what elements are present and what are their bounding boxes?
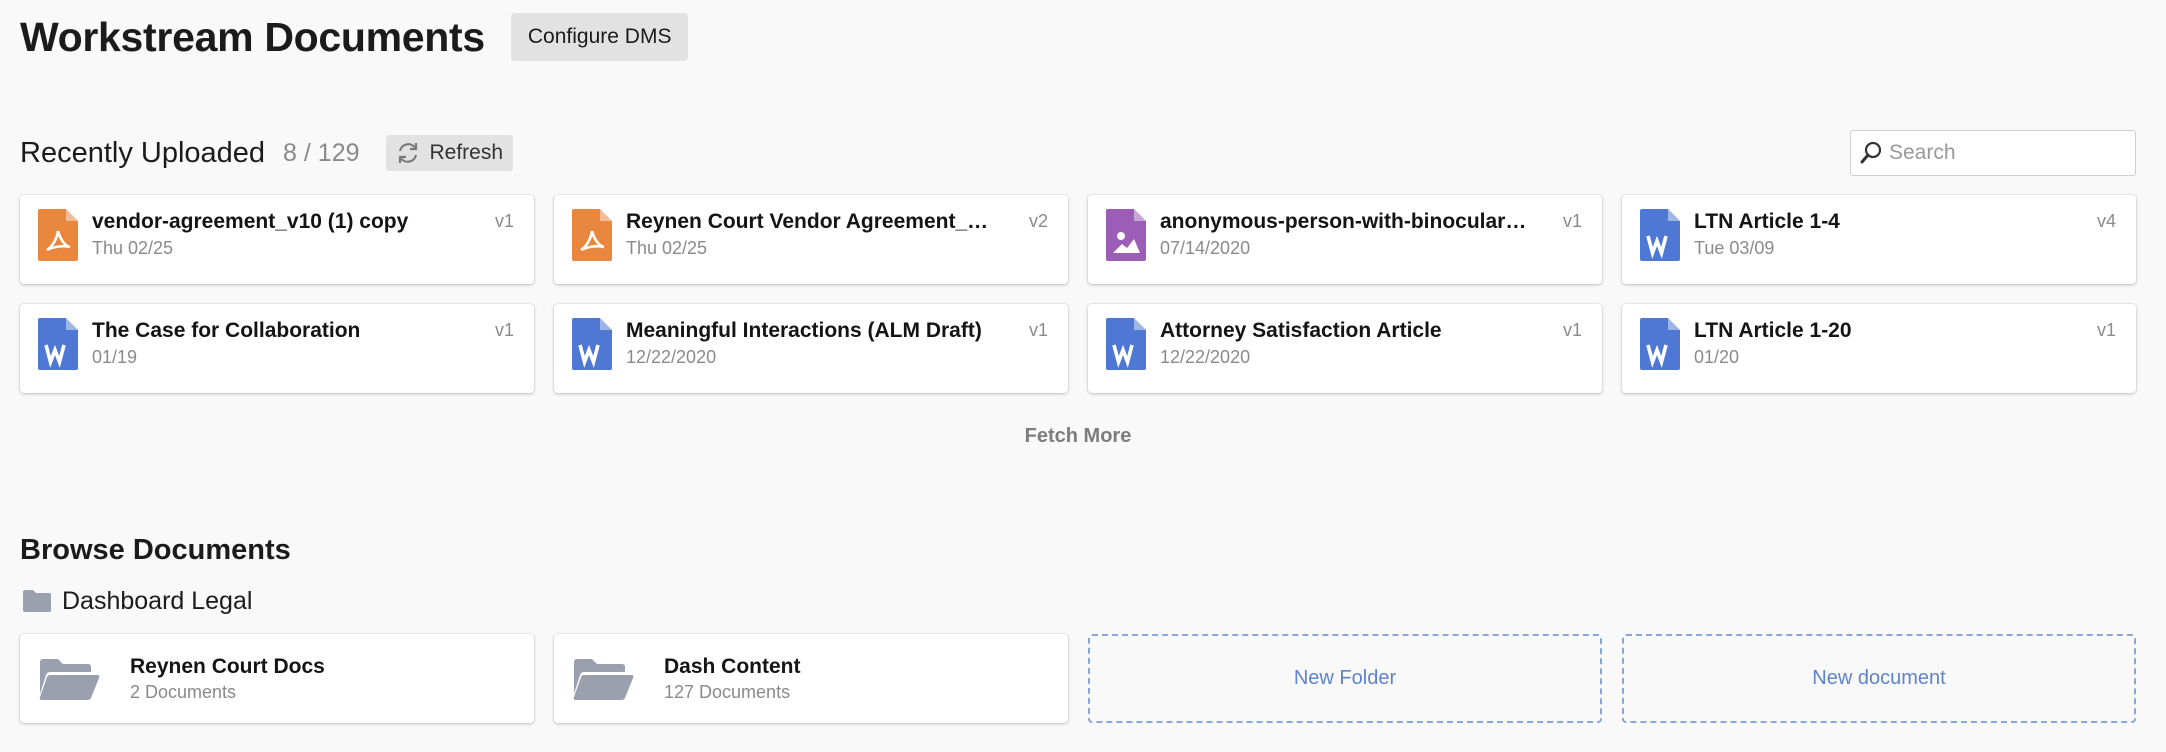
document-date: Thu 02/25 [626, 238, 708, 258]
browse-documents-title: Browse Documents [20, 534, 291, 566]
document-date: Thu 02/25 [92, 238, 174, 258]
document-card[interactable]: Attorney Satisfaction Article 12/22/2020 v… [1088, 304, 1602, 393]
refresh-button[interactable]: Refresh [385, 135, 514, 171]
document-version: v1 [494, 211, 514, 231]
document-name: Meaningful Interactions (ALM Draft) [626, 319, 982, 342]
document-name: LTN Article 1-4 [1694, 210, 1840, 233]
new-document-button[interactable]: New document [1622, 634, 2136, 723]
document-card[interactable]: LTN Article 1-4 Tue 03/09 v4 [1622, 195, 2136, 284]
document-date: 12/22/2020 [626, 347, 717, 367]
document-card[interactable]: LTN Article 1-20 01/20 v1 [1622, 304, 2136, 393]
breadcrumb-label: Dashboard Legal [62, 586, 253, 615]
document-version: v1 [1562, 320, 1582, 340]
document-card[interactable]: Meaningful Interactions (ALM Draft) 12/22… [554, 304, 1068, 393]
breadcrumb[interactable]: Dashboard Legal [22, 585, 252, 617]
search-icon [1860, 141, 1882, 164]
configure-dms-button[interactable]: Configure DMS [510, 13, 689, 61]
document-card[interactable]: Reynen Court Vendor Agreement_Master Ven… [554, 195, 1068, 284]
new-folder-button[interactable]: New Folder [1088, 634, 1602, 723]
folder-name: Reynen Court Docs [130, 654, 325, 678]
document-card[interactable]: vendor-agreement_v10 (1) copy Thu 02/25 v1 [20, 195, 534, 284]
search-box[interactable] [1850, 130, 2136, 176]
document-date: 07/14/2020 [1160, 238, 1251, 258]
image-file-icon [1106, 209, 1146, 261]
folder-card[interactable]: Dash Content 127 Documents [554, 634, 1068, 723]
document-version: v1 [1562, 211, 1582, 231]
document-version: v1 [494, 320, 514, 340]
refresh-label: Refresh [429, 141, 504, 164]
document-version: v1 [2096, 320, 2116, 340]
document-name: Reynen Court Vendor Agreement_Master Ven… [626, 210, 1002, 233]
word-file-icon [1640, 209, 1680, 261]
document-name: anonymous-person-with-binoculars-looking… [1160, 210, 1536, 233]
folder-open-icon [39, 658, 100, 700]
document-name: vendor-agreement_v10 (1) copy [92, 210, 409, 233]
search-input[interactable] [1889, 141, 2129, 165]
document-date: Tue 03/09 [1694, 238, 1775, 258]
recently-uploaded-title: Recently Uploaded [20, 136, 266, 169]
folder-card[interactable]: Reynen Court Docs 2 Documents [20, 634, 534, 723]
page-title: Workstream Documents [20, 13, 485, 60]
document-card[interactable]: anonymous-person-with-binoculars-looking… [1088, 195, 1602, 284]
document-name: Attorney Satisfaction Article [1160, 319, 1442, 342]
document-version: v4 [2096, 211, 2116, 231]
page-header: Workstream Documents Configure DMS [20, 12, 689, 62]
refresh-icon [398, 143, 417, 163]
folder-open-icon [573, 658, 634, 700]
word-file-icon [572, 318, 612, 370]
recently-uploaded-header: Recently Uploaded 8 / 129 Refresh [20, 134, 514, 172]
fetch-more-button[interactable]: Fetch More [20, 425, 2136, 448]
document-date: 12/22/2020 [1160, 347, 1251, 367]
folder-document-count: 2 Documents [130, 681, 237, 702]
word-file-icon [38, 318, 78, 370]
folder-name: Dash Content [664, 654, 801, 678]
document-version: v1 [1028, 320, 1048, 340]
document-version: v2 [1028, 211, 1048, 231]
pdf-file-icon [572, 209, 612, 261]
word-file-icon [1106, 318, 1146, 370]
document-name: The Case for Collaboration [92, 319, 361, 342]
folder-grid: Reynen Court Docs 2 Documents Dash Conte… [20, 634, 2136, 723]
word-file-icon [1640, 318, 1680, 370]
folder-document-count: 127 Documents [664, 681, 791, 702]
recently-uploaded-count: 8 / 129 [283, 138, 360, 167]
document-name: LTN Article 1-20 [1694, 319, 1852, 342]
document-date: 01/19 [92, 347, 138, 367]
document-card[interactable]: The Case for Collaboration 01/19 v1 [20, 304, 534, 393]
document-date: 01/20 [1694, 347, 1740, 367]
recent-documents-grid: vendor-agreement_v10 (1) copy Thu 02/25 v1… [20, 195, 2136, 393]
pdf-file-icon [38, 209, 78, 261]
folder-icon [23, 590, 51, 612]
